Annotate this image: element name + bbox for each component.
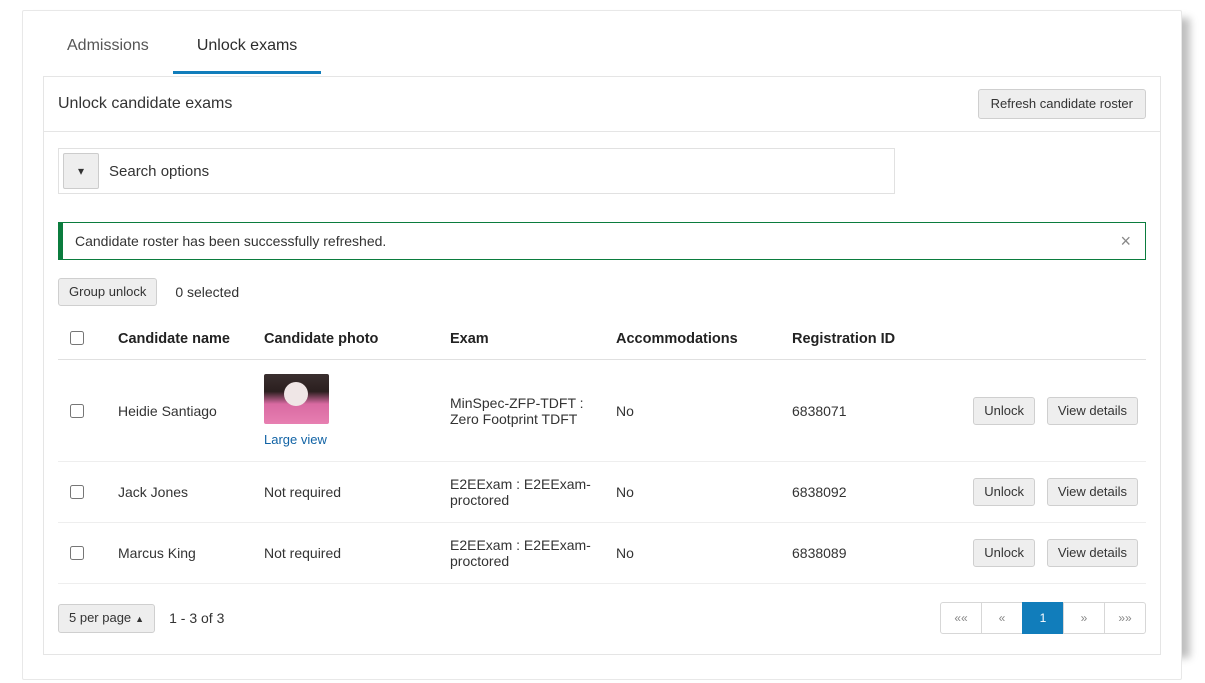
- table-row: Marcus King Not required E2EExam : E2EEx…: [58, 523, 1146, 584]
- section-body: ▾ Search options Candidate roster has be…: [43, 132, 1161, 655]
- pagination: «« « 1 » »»: [941, 602, 1146, 634]
- cell-candidate-name: Marcus King: [110, 523, 256, 584]
- col-exam: Exam: [442, 318, 608, 360]
- page-last-button[interactable]: »»: [1104, 602, 1146, 634]
- chevron-down-icon: ▾: [78, 164, 84, 178]
- search-options-toggle[interactable]: ▾: [63, 153, 99, 189]
- search-options-label: Search options: [109, 163, 209, 180]
- candidate-table: Candidate name Candidate photo Exam Acco…: [58, 318, 1146, 584]
- candidate-photo-thumbnail: [264, 374, 329, 424]
- cell-exam: E2EExam : E2EExam-proctored: [442, 523, 608, 584]
- large-view-link[interactable]: Large view: [264, 432, 327, 447]
- range-label: 1 - 3 of 3: [169, 610, 224, 626]
- cell-candidate-photo: Not required: [256, 523, 442, 584]
- cell-accommodations: No: [608, 523, 784, 584]
- cell-exam: MinSpec-ZFP-TDFT : Zero Footprint TDFT: [442, 360, 608, 462]
- tab-admissions[interactable]: Admissions: [43, 23, 173, 74]
- per-page-label: 5 per page: [69, 610, 131, 625]
- caret-up-icon: ▲: [135, 614, 144, 624]
- group-unlock-button[interactable]: Group unlock: [58, 278, 157, 306]
- selected-count-label: 0 selected: [175, 284, 239, 300]
- row-checkbox[interactable]: [70, 404, 84, 418]
- col-accommodations: Accommodations: [608, 318, 784, 360]
- alert-close-button[interactable]: ×: [1106, 231, 1145, 252]
- cell-registration-id: 6838089: [784, 523, 940, 584]
- cell-exam: E2EExam : E2EExam-proctored: [442, 462, 608, 523]
- col-candidate-photo: Candidate photo: [256, 318, 442, 360]
- view-details-button[interactable]: View details: [1047, 478, 1138, 506]
- cell-accommodations: No: [608, 360, 784, 462]
- section-title: Unlock candidate exams: [58, 95, 232, 113]
- cell-candidate-photo: Not required: [256, 462, 442, 523]
- col-registration-id: Registration ID: [784, 318, 940, 360]
- table-row: Jack Jones Not required E2EExam : E2EExa…: [58, 462, 1146, 523]
- view-details-button[interactable]: View details: [1047, 539, 1138, 567]
- page-prev-button[interactable]: «: [981, 602, 1023, 634]
- cell-candidate-photo: Large view: [256, 360, 442, 462]
- tabs: Admissions Unlock exams: [43, 11, 1161, 74]
- section-header: Unlock candidate exams Refresh candidate…: [43, 76, 1161, 132]
- page-first-button[interactable]: ««: [940, 602, 982, 634]
- cell-candidate-name: Jack Jones: [110, 462, 256, 523]
- cell-registration-id: 6838092: [784, 462, 940, 523]
- search-options-panel: ▾ Search options: [58, 148, 895, 194]
- col-candidate-name: Candidate name: [110, 318, 256, 360]
- bulk-action-row: Group unlock 0 selected: [58, 278, 1146, 306]
- alert-message: Candidate roster has been successfully r…: [63, 223, 1106, 259]
- row-checkbox[interactable]: [70, 546, 84, 560]
- success-alert: Candidate roster has been successfully r…: [58, 222, 1146, 260]
- table-row: Heidie Santiago Large view MinSpec-ZFP-T…: [58, 360, 1146, 462]
- row-checkbox[interactable]: [70, 485, 84, 499]
- cell-candidate-name: Heidie Santiago: [110, 360, 256, 462]
- select-all-checkbox[interactable]: [70, 331, 84, 345]
- cell-registration-id: 6838071: [784, 360, 940, 462]
- page-1-button[interactable]: 1: [1022, 602, 1064, 634]
- close-icon: ×: [1120, 231, 1131, 251]
- unlock-button[interactable]: Unlock: [973, 539, 1035, 567]
- per-page-selector[interactable]: 5 per page ▲: [58, 604, 155, 633]
- unlock-button[interactable]: Unlock: [973, 397, 1035, 425]
- unlock-button[interactable]: Unlock: [973, 478, 1035, 506]
- page-next-button[interactable]: »: [1063, 602, 1105, 634]
- table-footer: 5 per page ▲ 1 - 3 of 3 «« « 1 » »»: [58, 602, 1146, 634]
- cell-accommodations: No: [608, 462, 784, 523]
- main-panel: Admissions Unlock exams Unlock candidate…: [22, 10, 1182, 680]
- refresh-roster-button[interactable]: Refresh candidate roster: [978, 89, 1146, 119]
- tab-unlock-exams[interactable]: Unlock exams: [173, 23, 321, 74]
- view-details-button[interactable]: View details: [1047, 397, 1138, 425]
